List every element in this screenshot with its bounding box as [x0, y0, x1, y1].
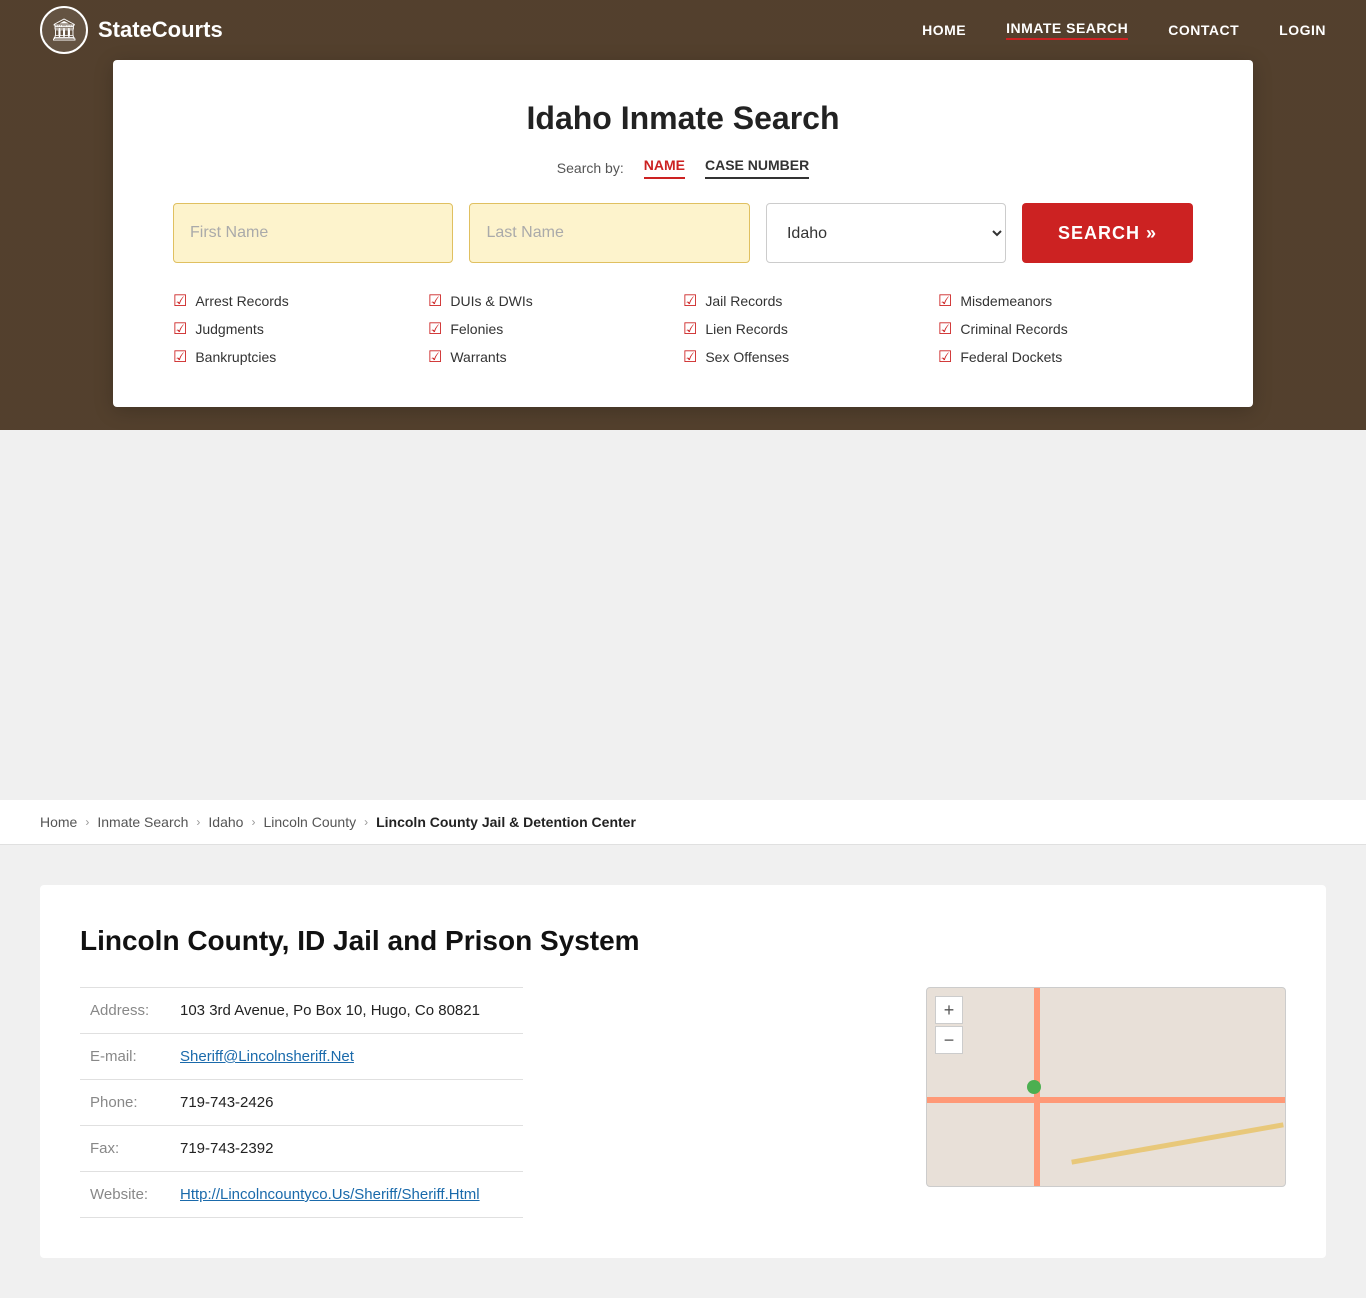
- main-content: Lincoln County, ID Jail and Prison Syste…: [0, 845, 1366, 1298]
- map-zoom-out-button[interactable]: −: [935, 1026, 963, 1054]
- table-row: Website: Http://Lincolncountyco.Us/Sheri…: [80, 1172, 523, 1218]
- field-label-email: E-mail:: [80, 1034, 170, 1080]
- table-row: E-mail: Sheriff@Lincolnsheriff.Net: [80, 1034, 523, 1080]
- check-label-duis: DUIs & DWIs: [450, 293, 532, 309]
- nav-home[interactable]: HOME: [922, 22, 966, 38]
- field-value-address: 103 3rd Avenue, Po Box 10, Hugo, Co 8082…: [170, 988, 523, 1034]
- check-icon-warrants: ☑: [428, 347, 442, 367]
- nav-contact[interactable]: CONTACT: [1168, 22, 1239, 38]
- breadcrumb-current: Lincoln County Jail & Detention Center: [376, 814, 636, 830]
- check-icon-federal: ☑: [938, 347, 952, 367]
- check-icon-felonies: ☑: [428, 319, 442, 339]
- check-icon-criminal: ☑: [938, 319, 952, 339]
- check-lien-records: ☑ Lien Records: [683, 319, 938, 339]
- check-judgments: ☑ Judgments: [173, 319, 428, 339]
- check-icon-lien: ☑: [683, 319, 697, 339]
- check-icon-arrest: ☑: [173, 291, 187, 311]
- check-label-warrants: Warrants: [450, 349, 506, 365]
- field-label-fax: Fax:: [80, 1126, 170, 1172]
- breadcrumb-sep-3: ›: [251, 815, 255, 829]
- map-road-diagonal: [1071, 1123, 1283, 1165]
- navbar: 🏛 StateCourts HOME INMATE SEARCH CONTACT…: [0, 0, 1366, 60]
- check-icon-misdemeanors: ☑: [938, 291, 952, 311]
- search-by-label: Search by:: [557, 160, 624, 176]
- map-location-dot: [1027, 1080, 1041, 1094]
- check-misdemeanors: ☑ Misdemeanors: [938, 291, 1193, 311]
- check-arrest-records: ☑ Arrest Records: [173, 291, 428, 311]
- breadcrumb: Home › Inmate Search › Idaho › Lincoln C…: [40, 814, 1326, 830]
- breadcrumb-sep-1: ›: [85, 815, 89, 829]
- tab-name[interactable]: NAME: [644, 157, 685, 179]
- check-label-sex-offenses: Sex Offenses: [705, 349, 789, 365]
- nav-links: HOME INMATE SEARCH CONTACT LOGIN: [922, 20, 1326, 40]
- search-inputs-row: Idaho AlabamaAlaskaArizona ArkansasCalif…: [173, 203, 1193, 263]
- breadcrumb-sep-2: ›: [196, 815, 200, 829]
- field-value-website: Http://Lincolncountyco.Us/Sheriff/Sherif…: [170, 1172, 523, 1218]
- state-select[interactable]: Idaho AlabamaAlaskaArizona ArkansasCalif…: [766, 203, 1006, 263]
- tab-case-number[interactable]: CASE NUMBER: [705, 157, 809, 179]
- nav-inmate-search[interactable]: INMATE SEARCH: [1006, 20, 1128, 40]
- field-label-website: Website:: [80, 1172, 170, 1218]
- logo-text: StateCourts: [98, 17, 223, 43]
- hero-section: COURTHOUSE 🏛 StateCourts HOME INMATE SEA…: [0, 0, 1366, 430]
- field-value-email: Sheriff@Lincolnsheriff.Net: [170, 1034, 523, 1080]
- info-section: Address: 103 3rd Avenue, Po Box 10, Hugo…: [80, 987, 886, 1218]
- search-button[interactable]: SEARCH »: [1022, 203, 1193, 263]
- content-title: Lincoln County, ID Jail and Prison Syste…: [80, 925, 1286, 957]
- check-label-bankruptcies: Bankruptcies: [195, 349, 276, 365]
- nav-login[interactable]: LOGIN: [1279, 22, 1326, 38]
- check-label-arrest: Arrest Records: [195, 293, 288, 309]
- check-label-jail: Jail Records: [705, 293, 782, 309]
- check-icon-duis: ☑: [428, 291, 442, 311]
- check-icon-judgments: ☑: [173, 319, 187, 339]
- check-bankruptcies: ☑ Bankruptcies: [173, 347, 428, 367]
- content-layout: Address: 103 3rd Avenue, Po Box 10, Hugo…: [80, 987, 1286, 1218]
- map-controls: + −: [935, 996, 963, 1054]
- search-title: Idaho Inmate Search: [173, 100, 1193, 137]
- check-criminal-records: ☑ Criminal Records: [938, 319, 1193, 339]
- map-zoom-in-button[interactable]: +: [935, 996, 963, 1024]
- breadcrumb-bar: Home › Inmate Search › Idaho › Lincoln C…: [0, 800, 1366, 845]
- breadcrumb-home[interactable]: Home: [40, 814, 77, 830]
- field-label-address: Address:: [80, 988, 170, 1034]
- info-table: Address: 103 3rd Avenue, Po Box 10, Hugo…: [80, 987, 523, 1218]
- map-road-horizontal: [927, 1097, 1285, 1103]
- checks-grid: ☑ Arrest Records ☑ DUIs & DWIs ☑ Jail Re…: [173, 291, 1193, 367]
- check-felonies: ☑ Felonies: [428, 319, 683, 339]
- check-label-felonies: Felonies: [450, 321, 503, 337]
- logo-icon: 🏛: [40, 6, 88, 54]
- check-label-criminal: Criminal Records: [960, 321, 1067, 337]
- field-value-phone: 719-743-2426: [170, 1080, 523, 1126]
- check-label-judgments: Judgments: [195, 321, 263, 337]
- table-row: Phone: 719-743-2426: [80, 1080, 523, 1126]
- check-icon-sex-offenses: ☑: [683, 347, 697, 367]
- breadcrumb-lincoln-county[interactable]: Lincoln County: [263, 814, 356, 830]
- last-name-input[interactable]: [469, 203, 749, 263]
- check-duis-dwis: ☑ DUIs & DWIs: [428, 291, 683, 311]
- check-icon-bankruptcies: ☑: [173, 347, 187, 367]
- first-name-input[interactable]: [173, 203, 453, 263]
- check-jail-records: ☑ Jail Records: [683, 291, 938, 311]
- check-label-misdemeanors: Misdemeanors: [960, 293, 1052, 309]
- table-row: Address: 103 3rd Avenue, Po Box 10, Hugo…: [80, 988, 523, 1034]
- breadcrumb-inmate-search[interactable]: Inmate Search: [97, 814, 188, 830]
- check-label-federal: Federal Dockets: [960, 349, 1062, 365]
- check-sex-offenses: ☑ Sex Offenses: [683, 347, 938, 367]
- website-link[interactable]: Http://Lincolncountyco.Us/Sheriff/Sherif…: [180, 1186, 480, 1203]
- map-section: + −: [926, 987, 1286, 1187]
- check-warrants: ☑ Warrants: [428, 347, 683, 367]
- breadcrumb-idaho[interactable]: Idaho: [208, 814, 243, 830]
- check-label-lien: Lien Records: [705, 321, 788, 337]
- check-federal-dockets: ☑ Federal Dockets: [938, 347, 1193, 367]
- breadcrumb-sep-4: ›: [364, 815, 368, 829]
- field-label-phone: Phone:: [80, 1080, 170, 1126]
- check-icon-jail: ☑: [683, 291, 697, 311]
- content-card: Lincoln County, ID Jail and Prison Syste…: [40, 885, 1326, 1258]
- search-by-row: Search by: NAME CASE NUMBER: [173, 157, 1193, 179]
- table-row: Fax: 719-743-2392: [80, 1126, 523, 1172]
- field-value-fax: 719-743-2392: [170, 1126, 523, 1172]
- email-link[interactable]: Sheriff@Lincolnsheriff.Net: [180, 1048, 354, 1065]
- search-card: Idaho Inmate Search Search by: NAME CASE…: [113, 60, 1253, 407]
- site-logo[interactable]: 🏛 StateCourts: [40, 6, 223, 54]
